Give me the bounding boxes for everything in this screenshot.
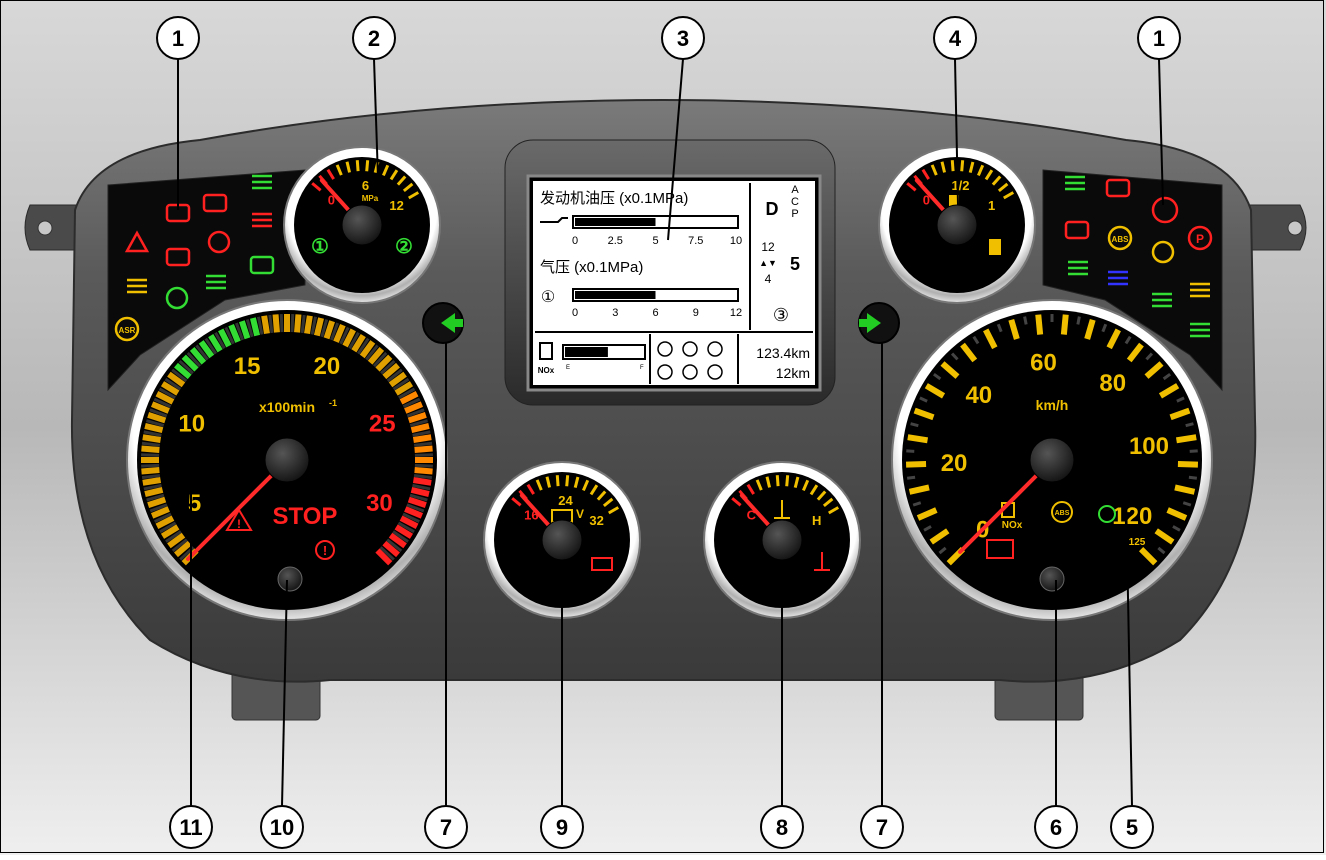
figure-frame bbox=[0, 0, 1324, 853]
instrument-cluster-diagram: 51015202530x100min-1STOP!!02040608010012… bbox=[0, 0, 1326, 855]
